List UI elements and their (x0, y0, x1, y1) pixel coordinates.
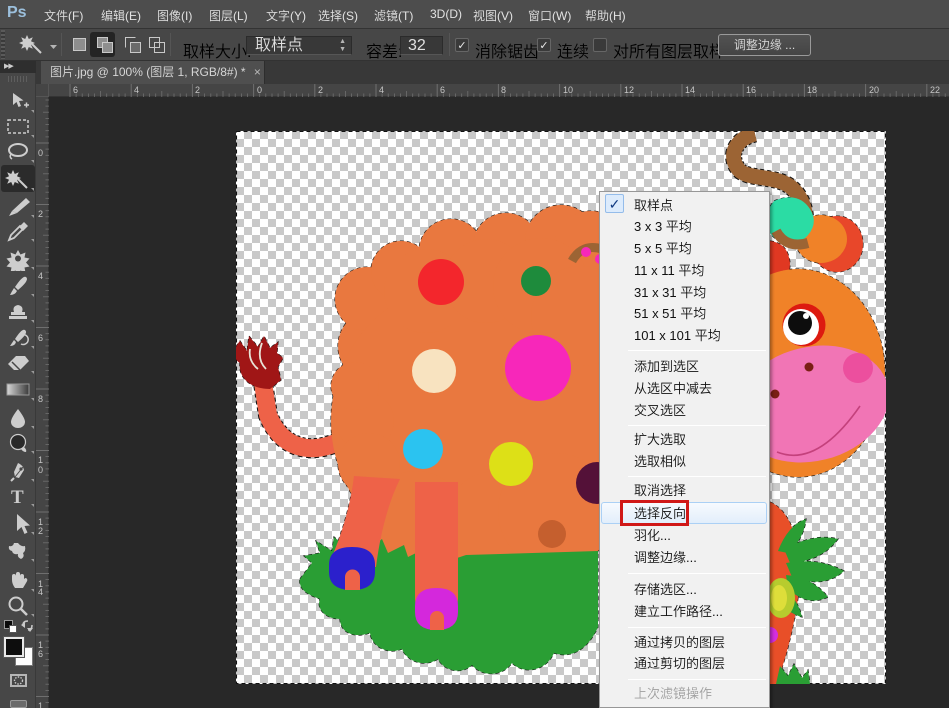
svg-text:2: 2 (195, 85, 200, 95)
svg-text:6: 6 (73, 85, 78, 95)
svg-text:4: 4 (379, 85, 384, 95)
svg-text:18: 18 (807, 85, 817, 95)
svg-text:1: 1 (38, 455, 43, 465)
svg-text:0: 0 (257, 85, 262, 95)
svg-text:6: 6 (38, 333, 43, 343)
svg-text:2: 2 (38, 526, 43, 536)
svg-text:14: 14 (685, 85, 695, 95)
svg-text:0: 0 (38, 465, 43, 475)
svg-text:T: T (11, 487, 24, 508)
svg-text:10: 10 (563, 85, 573, 95)
svg-text:16: 16 (746, 85, 756, 95)
svg-text:2: 2 (318, 85, 323, 95)
svg-text:12: 12 (624, 85, 634, 95)
svg-text:2: 2 (38, 209, 43, 219)
svg-text:4: 4 (134, 85, 139, 95)
svg-text:4: 4 (38, 587, 43, 597)
svg-text:20: 20 (869, 85, 879, 95)
svg-text:4: 4 (38, 271, 43, 281)
svg-text:6: 6 (38, 649, 43, 659)
svg-text:8: 8 (501, 85, 506, 95)
svg-text:22: 22 (930, 85, 940, 95)
svg-text:6: 6 (440, 85, 445, 95)
svg-text:8: 8 (38, 394, 43, 404)
svg-text:1: 1 (38, 701, 43, 708)
svg-text:0: 0 (38, 148, 43, 158)
